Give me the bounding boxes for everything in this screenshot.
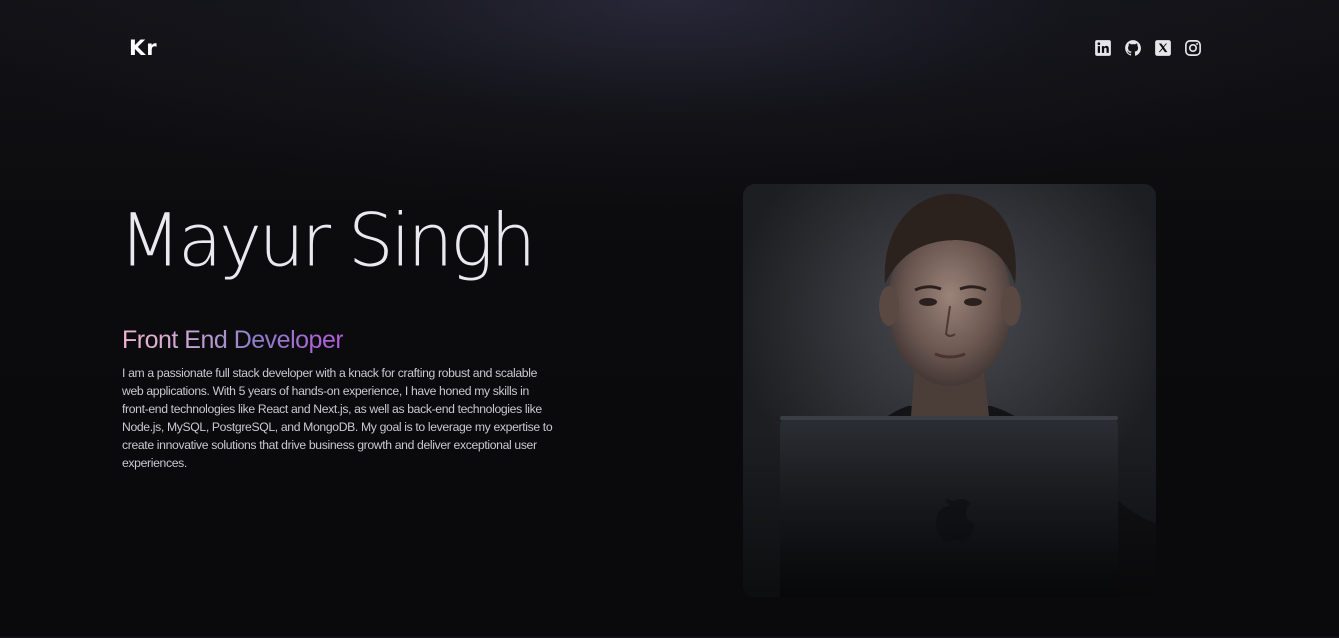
x-twitter-icon[interactable]	[1154, 39, 1172, 57]
github-icon[interactable]	[1124, 39, 1142, 57]
linkedin-icon[interactable]	[1094, 39, 1112, 57]
hero-name: Mayur Singh	[119, 197, 536, 283]
page: Kr Mayur Singh Front End Developer I am …	[0, 0, 1339, 638]
social-links	[1094, 39, 1202, 57]
logo[interactable]: Kr	[129, 36, 158, 60]
bio-text: I am a passionate full stack developer w…	[122, 366, 553, 470]
instagram-icon[interactable]	[1184, 39, 1202, 57]
profile-photo	[743, 184, 1156, 597]
role-title: Front End Developer	[122, 326, 344, 354]
